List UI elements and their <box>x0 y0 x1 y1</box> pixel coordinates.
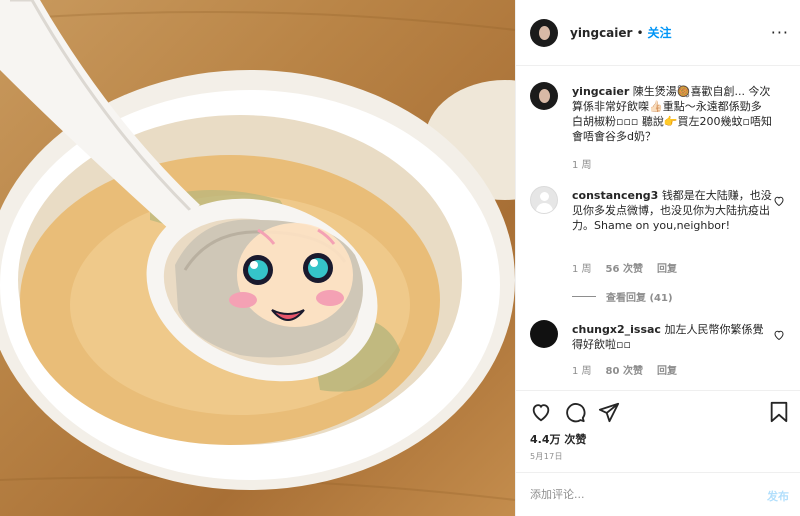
more-options-icon[interactable]: ··· <box>771 23 789 42</box>
comments-list[interactable]: yingcaier 陳生煲湯🥘喜歡自創... 今次算係非常好飲㗎👍🏻重點～永遠都… <box>516 66 800 390</box>
post-photo[interactable] <box>0 0 515 516</box>
author-username[interactable]: yingcaier <box>570 26 632 40</box>
post-date[interactable]: 5月17日 <box>530 451 563 462</box>
commenter-avatar[interactable] <box>530 186 558 214</box>
comment-like-heart-icon[interactable] <box>773 195 785 207</box>
view-replies-button[interactable]: 查看回复 (41) <box>572 289 673 304</box>
commenter-avatar[interactable] <box>530 320 558 348</box>
author-avatar[interactable] <box>530 18 558 47</box>
header-separator: • <box>636 25 644 40</box>
post-comment-button[interactable]: 发布 <box>767 488 789 504</box>
soup-illustration <box>0 0 515 501</box>
likes-count[interactable]: 4.4万 次赞 <box>530 431 586 447</box>
action-icons <box>530 401 620 423</box>
caption-time[interactable]: 1 周 <box>572 156 592 171</box>
comment-like-heart-icon[interactable] <box>773 329 785 341</box>
reply-button[interactable]: 回复 <box>657 362 677 377</box>
view-replies-label: 查看回复 (41) <box>606 293 673 304</box>
comment-meta: 1 周 56 次赞 回复 <box>572 260 677 275</box>
caption-body: yingcaier 陳生煲湯🥘喜歡自創... 今次算係非常好飲㗎👍🏻重點～永遠都… <box>572 84 772 144</box>
comment-time[interactable]: 1 周 <box>572 260 592 275</box>
post-dialog: yingcaier • 关注 ··· yingcaier 陳生煲湯🥘喜歡自創..… <box>0 0 800 516</box>
comment-body: chungx2_issac 加左人民幣你繁係覺得好飲啦▫▫ <box>572 322 772 352</box>
comment-likes[interactable]: 56 次赞 <box>606 260 643 275</box>
comment-icon[interactable] <box>564 401 586 423</box>
post-header: yingcaier • 关注 ··· <box>516 0 800 66</box>
reply-button[interactable]: 回复 <box>657 260 677 275</box>
caption-meta: 1 周 <box>572 156 592 171</box>
bookmark-icon[interactable] <box>769 401 789 423</box>
comment-time[interactable]: 1 周 <box>572 362 592 377</box>
comment-username[interactable]: chungx2_issac <box>572 323 661 336</box>
comment-meta: 1 周 80 次赞 回复 <box>572 362 677 377</box>
comment-username[interactable]: constanceng3 <box>572 189 658 202</box>
comment-composer: 发布 <box>516 472 800 516</box>
caption-avatar[interactable] <box>530 82 558 110</box>
caption-username[interactable]: yingcaier <box>572 85 629 98</box>
post-actions: 4.4万 次赞 5月17日 <box>516 390 800 470</box>
heart-icon[interactable] <box>530 401 552 423</box>
paper-plane-icon[interactable] <box>598 401 620 423</box>
replies-divider <box>572 296 596 297</box>
post-side-panel: yingcaier • 关注 ··· yingcaier 陳生煲湯🥘喜歡自創..… <box>515 0 800 516</box>
comment-likes[interactable]: 80 次赞 <box>606 362 643 377</box>
follow-button[interactable]: 关注 <box>648 24 672 41</box>
comment-body: constanceng3 钱都是在大陆赚，也没见你多发点微博，也没见你为大陆抗疫… <box>572 188 772 233</box>
comment-input[interactable] <box>530 488 730 501</box>
